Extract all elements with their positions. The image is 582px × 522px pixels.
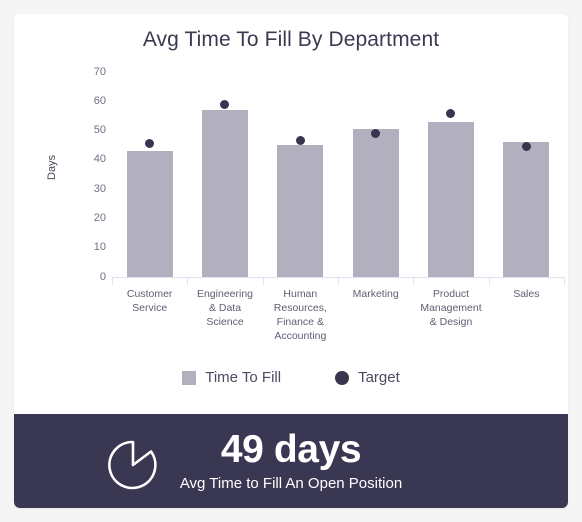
kpi-text-block: 49 days Avg Time to Fill An Open Positio… [14,414,568,508]
category-label-line: & Data [208,302,242,314]
y-axis-tick-label: 0 [99,270,106,283]
bar[interactable] [277,145,324,277]
x-axis-category-label: Human Resources, Finance & Accounting [263,287,338,343]
category-label-line: Science [206,316,244,328]
legend-label: Time To Fill [205,369,282,386]
bar-slot[interactable]: Sales [489,14,564,414]
y-axis-tick-label: 50 [93,124,106,137]
legend-label: Target [358,369,400,386]
x-axis-category-label: Engineering & Data Science [187,287,262,329]
x-axis-category-label: Marketing [338,287,413,301]
target-dot[interactable] [521,142,531,152]
bar[interactable] [503,142,550,277]
category-label-line: Sales [513,288,540,300]
bar-slot[interactable]: Engineering & Data Science [187,14,262,414]
bar[interactable] [427,121,474,277]
x-axis-tick [564,277,565,285]
bar-slot[interactable]: Customer Service [112,14,187,414]
bar[interactable] [201,110,248,277]
x-axis-category-label: Customer Service [112,287,187,315]
legend-item[interactable]: Time To Fill [182,369,281,386]
y-axis-tick-label: 30 [93,182,106,195]
chart-card: Avg Time To Fill By Department Days 0 10 2… [14,14,568,414]
kpi-subtitle: Avg Time to Fill An Open Position [179,475,403,492]
category-label-line: Finance & [276,316,324,328]
chart-legend: Time To Fill Target [14,369,568,386]
bar[interactable] [352,129,399,277]
kpi-panel: 49 days Avg Time to Fill An Open Positio… [14,414,568,508]
bar-slot[interactable]: Product Management & Design [413,14,488,414]
bar-group: Customer Service Engineering & Data Science H… [112,14,564,414]
category-label-line: Marketing [352,288,399,300]
x-axis-category-label: Product Management & Design [413,287,488,329]
chart-plot-area: Days 0 10 20 30 40 50 60 70 Customer Service Engi… [14,14,568,414]
category-label-line: Customer [126,288,173,300]
target-dot[interactable] [220,99,230,109]
category-label-line: Service [132,302,168,314]
kpi-value: 49 days [220,428,362,471]
time-to-fill-widget: Avg Time To Fill By Department Days 0 10 2… [14,14,568,508]
legend-item[interactable]: Target [335,369,400,386]
y-axis-tick-label: 20 [93,211,106,224]
y-axis-tick-label: 60 [93,94,106,107]
target-dot[interactable] [295,136,305,146]
category-label-line: Resources, [273,302,327,314]
bar-slot[interactable]: Human Resources, Finance & Accounting [263,14,338,414]
bar[interactable] [126,151,173,277]
y-axis-tick-label: 10 [93,241,106,254]
legend-square-icon [182,370,197,385]
legend-dot-icon [335,370,350,385]
y-axis-title: Days [46,154,58,180]
category-label-line: Engineering [196,288,254,300]
category-label-line: Accounting [274,330,327,342]
bar-slot[interactable]: Marketing [338,14,413,414]
category-label-line: Management [420,302,482,314]
y-axis-tick-label: 70 [93,65,106,78]
category-label-line: & Design [429,316,473,328]
category-label-line: Product [432,288,470,300]
y-axis-tick-label: 40 [93,153,106,166]
category-label-line: Human [283,288,318,300]
target-dot[interactable] [446,108,456,118]
x-axis-category-label: Sales [489,287,564,301]
target-dot[interactable] [145,139,155,149]
